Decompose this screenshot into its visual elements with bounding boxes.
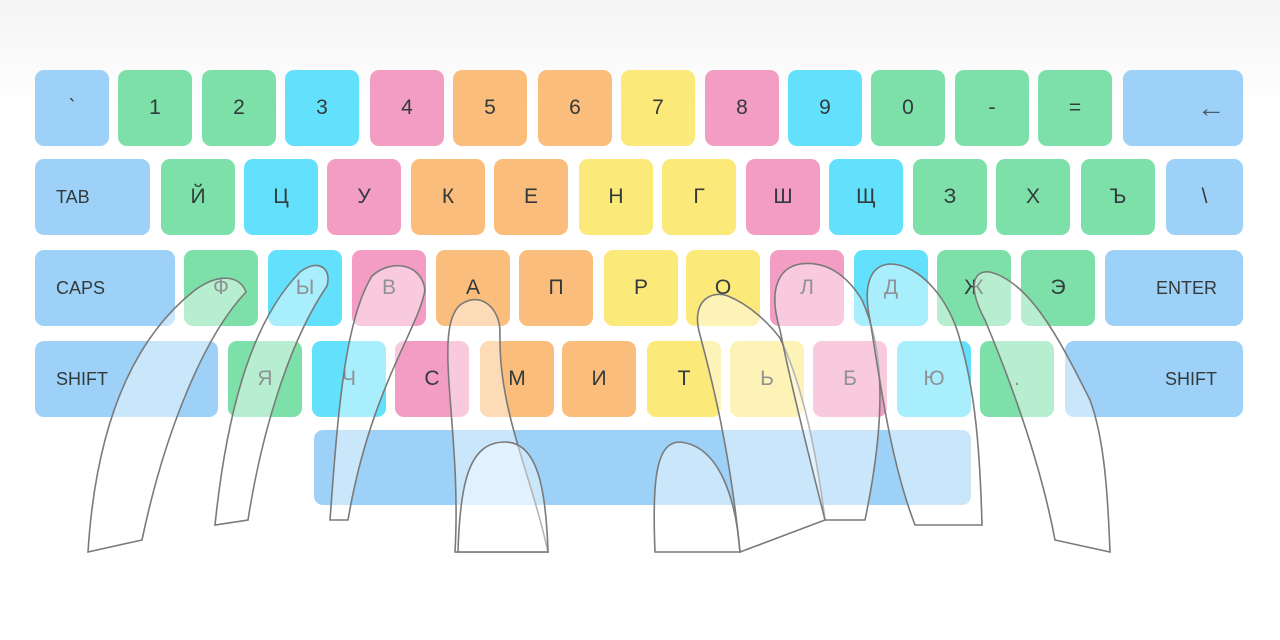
hands-overlay (87, 262, 1111, 554)
left-middle-finger (329, 264, 426, 521)
hand-outlines (87, 262, 1111, 554)
right-ring-finger (866, 263, 983, 526)
right-pinky-finger (973, 271, 1111, 554)
